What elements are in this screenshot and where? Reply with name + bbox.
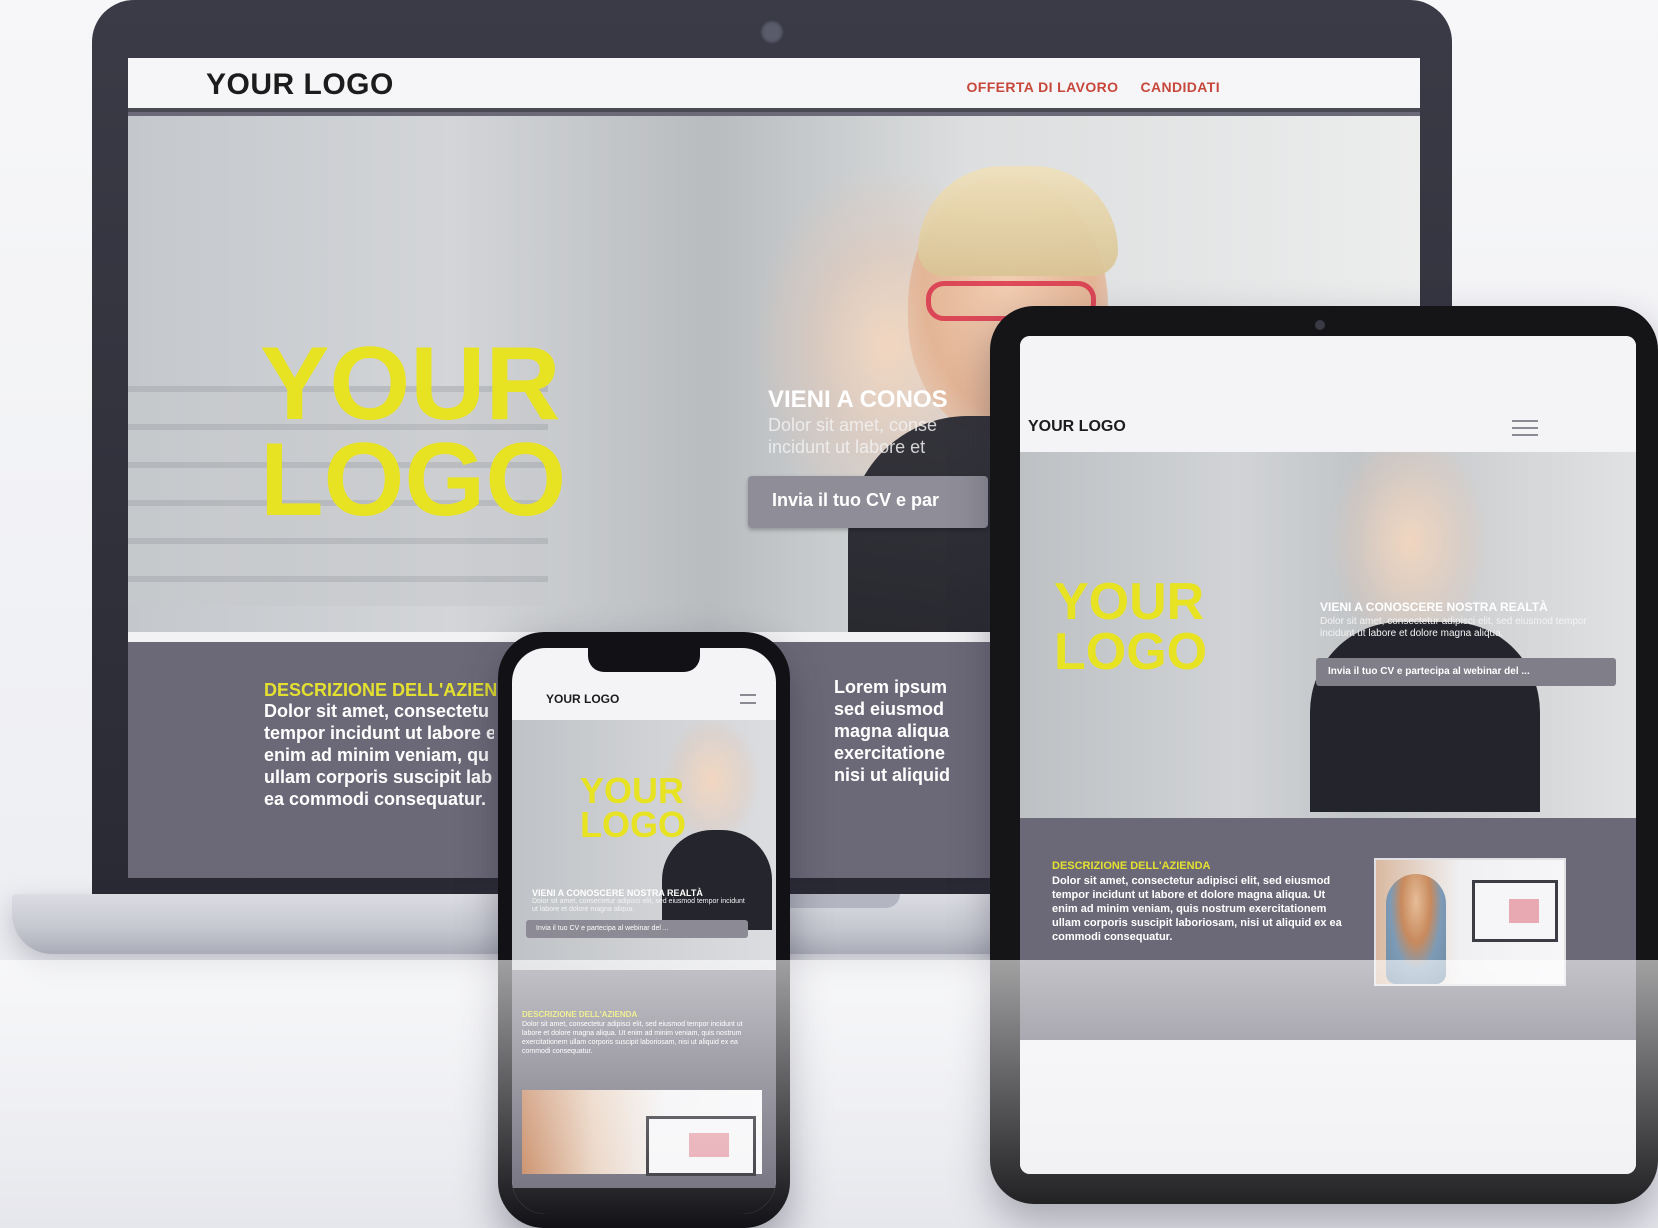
laptop-brand-logo[interactable]: YOUR LOGO <box>206 68 394 102</box>
laptop-nav-menu: OFFERTA DI LAVORO CANDIDATI <box>966 79 1220 95</box>
tablet-navbar: YOUR LOGO <box>1020 336 1636 452</box>
description-right-text: Lorem ipsum sed eiusmod magna aliqua exe… <box>834 676 954 786</box>
description-text: Dolor sit amet, consectetur adipisci eli… <box>522 1021 743 1055</box>
description-right-line: sed eiusmod <box>834 699 945 719</box>
tablet-description-section: DESCRIZIONE DELL'AZIENDA Dolor sit amet,… <box>1020 818 1636 1040</box>
photo-monitor <box>646 1116 756 1176</box>
nav-link-offerta-di-lavoro[interactable]: OFFERTA DI LAVORO <box>966 79 1118 95</box>
hero-title: VIENI A CONOSCERE NOSTRA REALTÀ <box>532 888 703 898</box>
hero-big-logo-line1: YOUR <box>1054 573 1205 631</box>
hero-big-logo-line1: YOUR <box>580 770 685 811</box>
photo-monitor <box>1472 880 1558 942</box>
hero-big-logo-line2: LOGO <box>260 422 567 538</box>
phone-notch <box>588 648 700 672</box>
phone-bottom-bezel <box>512 1188 776 1214</box>
hero-cta-button[interactable]: Invia il tuo CV e par <box>748 476 988 528</box>
hero-title: VIENI A CONOSCERE NOSTRA REALTÀ <box>1320 600 1548 614</box>
phone-brand-logo[interactable]: YOUR LOGO <box>546 692 619 706</box>
laptop-navbar: YOUR LOGO OFFERTA DI LAVORO CANDIDATI <box>128 58 1420 112</box>
hero-big-logo-line1: YOUR <box>260 326 561 442</box>
description-line: ullam corporis suscipit lab <box>264 767 493 787</box>
hero-title: VIENI A CONOS <box>768 386 948 413</box>
hero-woman-jacket <box>1310 622 1540 812</box>
hamburger-menu-icon[interactable] <box>740 694 756 704</box>
hero-woman-jacket <box>662 830 772 930</box>
hero-text: Dolor sit amet, conse incidunt ut labore… <box>768 414 968 458</box>
tablet-brand-logo[interactable]: YOUR LOGO <box>1028 418 1126 436</box>
description-photo <box>1374 858 1566 986</box>
description-line: tempor incidunt ut labore e <box>264 723 494 743</box>
phone-device: YOUR LOGO YOUR LOGO VIENI A CONOSCERE NO… <box>498 632 790 1228</box>
description-photo <box>522 1090 762 1176</box>
hero-text: Dolor sit amet, consectetur adipisci eli… <box>532 898 745 913</box>
description-right-line: nisi ut aliquid <box>834 765 950 785</box>
hero-big-logo: YOUR LOGO <box>260 326 567 538</box>
description-right-line: magna aliqua <box>834 721 950 741</box>
description-text: Dolor sit amet, consectetu tempor incidu… <box>264 700 494 810</box>
hero-big-logo: YOUR LOGO <box>1054 573 1208 681</box>
description-line: ea commodi consequatur. <box>264 789 487 809</box>
description-title: DESCRIZIONE DELL'AZIENDA <box>522 1010 638 1019</box>
hero-big-logo: YOUR LOGO <box>580 770 686 845</box>
hero-cta-button[interactable]: Invia il tuo CV e partecipa al webinar d… <box>526 920 748 938</box>
tablet-footer <box>1020 1040 1636 1174</box>
hero-woman-hair <box>918 166 1118 276</box>
hero-text-line2: incidunt ut labore et <box>768 437 926 457</box>
phone-description-section: DESCRIZIONE DELL'AZIENDA Dolor sit amet,… <box>512 970 776 1214</box>
description-title: DESCRIZIONE DELL'AZIEN <box>264 680 498 700</box>
laptop-camera <box>760 20 784 44</box>
hero-big-logo-line2: LOGO <box>580 804 686 845</box>
description-line: Dolor sit amet, consectetu <box>264 701 490 721</box>
hero-cta-button[interactable]: Invia il tuo CV e partecipa al webinar d… <box>1316 658 1616 686</box>
description-line: enim ad minim veniam, qu <box>264 745 490 765</box>
phone-hero: YOUR LOGO VIENI A CONOSCERE NOSTRA REALT… <box>512 720 776 970</box>
tablet-device: YOUR LOGO YOUR LOGO VIENI A CONOSCERE NO… <box>990 306 1658 1204</box>
description-right-line: Lorem ipsum <box>834 677 948 697</box>
nav-link-candidati[interactable]: CANDIDATI <box>1140 79 1220 95</box>
description-right-line: exercitatione <box>834 743 946 763</box>
hero-text: Dolor sit amet, consectetur adipisci eli… <box>1320 616 1587 639</box>
photo-person <box>1386 874 1446 984</box>
tablet-screen: YOUR LOGO YOUR LOGO VIENI A CONOSCERE NO… <box>1020 336 1636 1174</box>
description-title: DESCRIZIONE DELL'AZIENDA <box>1052 860 1211 872</box>
hero-text-line1: Dolor sit amet, conse <box>768 415 938 435</box>
hamburger-menu-icon[interactable] <box>1512 420 1538 436</box>
hero-big-logo-line2: LOGO <box>1054 623 1208 681</box>
tablet-hero: YOUR LOGO VIENI A CONOSCERE NOSTRA REALT… <box>1020 452 1636 818</box>
description-text: Dolor sit amet, consectetur adipisci eli… <box>1052 875 1342 943</box>
phone-screen: YOUR LOGO YOUR LOGO VIENI A CONOSCERE NO… <box>512 648 776 1214</box>
tablet-camera <box>1315 320 1325 330</box>
